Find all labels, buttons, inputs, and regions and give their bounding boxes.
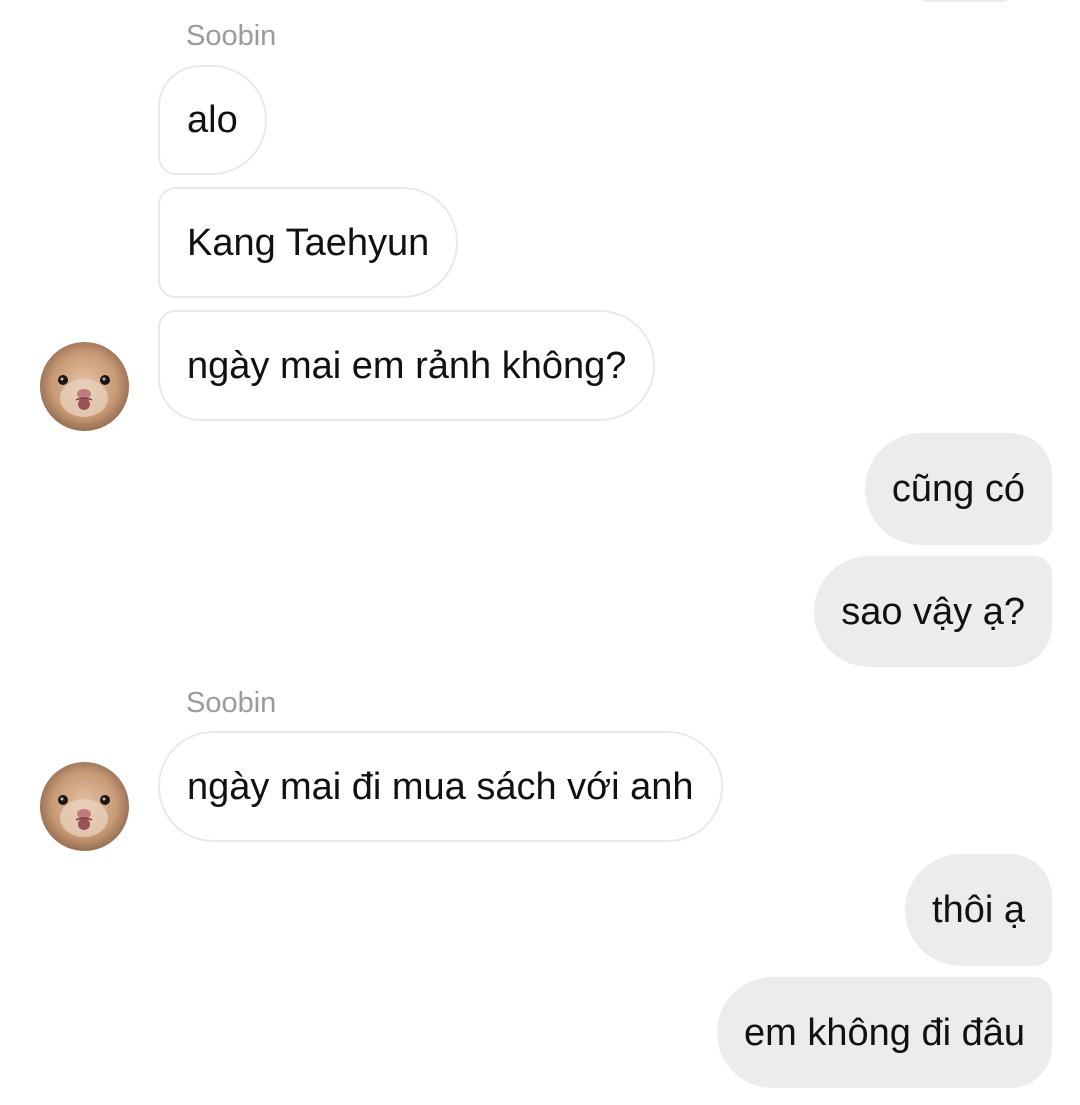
incoming-message-bubble[interactable]: alo [158,65,267,175]
message-text: ngày mai đi mua sách với anh [187,765,694,808]
message-text: ngày mai em rảnh không? [187,344,627,387]
sender-name: Soobin [186,687,277,719]
incoming-message-bubble[interactable]: Kang Taehyun [158,187,459,298]
contact-avatar[interactable] [40,342,129,431]
message-text: cũng có [891,468,1025,510]
previous-message-bubble-edge [922,0,1008,2]
contact-avatar[interactable] [40,762,129,851]
hamster-avatar-icon [40,342,129,431]
message-text: sao vậy ạ? [841,590,1025,633]
hamster-avatar-icon [40,762,129,851]
sender-name: Soobin [186,20,277,52]
incoming-message-bubble[interactable]: ngày mai em rảnh không? [158,310,656,421]
message-text: em không đi đâu [744,1011,1025,1054]
outgoing-message-bubble[interactable]: thôi ạ [905,854,1052,966]
outgoing-message-bubble[interactable]: sao vậy ạ? [814,556,1052,667]
message-text: thôi ạ [932,889,1025,931]
message-text: alo [187,99,238,141]
outgoing-message-bubble[interactable]: em không đi đâu [717,977,1052,1088]
outgoing-message-bubble[interactable]: cũng có [864,433,1052,545]
message-text: Kang Taehyun [187,221,430,264]
incoming-message-bubble[interactable]: ngày mai đi mua sách với anh [158,731,723,842]
